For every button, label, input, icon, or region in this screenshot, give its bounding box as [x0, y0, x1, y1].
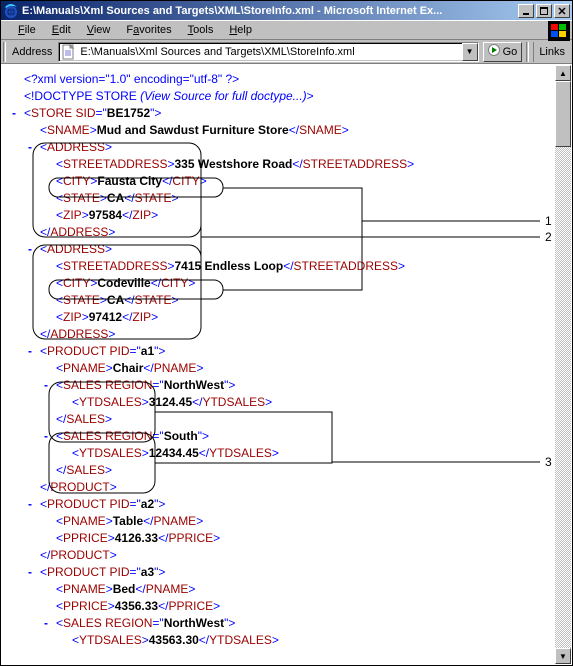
menu-favorites[interactable]: Favorites: [119, 22, 178, 38]
p3-s1-region: NorthWest: [164, 616, 224, 630]
doctype-note: (View Source for full doctype...): [140, 89, 307, 103]
p1-pid: a1: [141, 344, 154, 358]
scrollbar-track[interactable]: [555, 81, 571, 648]
minimize-button[interactable]: [518, 4, 534, 18]
p1-s2-region: South: [164, 429, 198, 443]
collapse-toggle[interactable]: -: [28, 241, 32, 258]
menu-file[interactable]: File: [11, 22, 43, 38]
go-button[interactable]: Go: [483, 42, 523, 62]
callout-3: 3: [545, 455, 552, 469]
address-dropdown-button[interactable]: ▼: [462, 43, 478, 61]
menu-edit[interactable]: Edit: [45, 22, 78, 38]
p1-name: Chair: [113, 361, 144, 375]
scroll-down-button[interactable]: ▼: [555, 648, 571, 664]
p3-pid: a3: [141, 565, 154, 579]
p1-s1-region: NorthWest: [164, 378, 224, 392]
grip-icon: [526, 42, 529, 62]
collapse-toggle[interactable]: -: [44, 377, 48, 394]
menu-help[interactable]: Help: [222, 22, 259, 38]
collapse-toggle[interactable]: -: [28, 139, 32, 156]
xml-declaration: <?xml version="1.0" encoding="utf-8" ?>: [24, 72, 239, 86]
go-label: Go: [503, 46, 518, 58]
collapse-toggle[interactable]: -: [28, 564, 32, 581]
p1-s2-ytd: 12434.45: [149, 446, 199, 460]
menu-view[interactable]: View: [80, 22, 118, 38]
addr2-zip: 97412: [89, 310, 122, 324]
p1-s1-ytd: 3124.45: [149, 395, 192, 409]
menubar: File Edit View Favorites Tools Help: [1, 20, 572, 40]
p2-price: 4126.33: [115, 531, 158, 545]
links-button[interactable]: Links: [533, 42, 570, 62]
addr1-zip: 97584: [89, 208, 122, 222]
maximize-button[interactable]: [536, 4, 552, 18]
scrollbar-thumb[interactable]: [555, 81, 571, 147]
addr2-street: 7415 Endless Loop: [175, 259, 284, 273]
xml-file-icon: [61, 44, 77, 60]
p3-price: 4356.33: [115, 599, 158, 613]
xml-tree: <?xml version="1.0" encoding="utf-8" ?> …: [2, 65, 555, 664]
ie-icon: [3, 3, 19, 19]
grip-icon: [3, 42, 6, 62]
addr1-street: 335 Westshore Road: [175, 157, 293, 171]
collapse-toggle[interactable]: -: [28, 343, 32, 360]
store-sid: BE1752: [107, 106, 150, 120]
p2-name: Table: [113, 514, 143, 528]
window-title: E:\Manuals\Xml Sources and Targets\XML\S…: [22, 5, 518, 17]
address-input[interactable]: [77, 46, 461, 58]
menu-tools[interactable]: Tools: [181, 22, 221, 38]
callout-1: 1: [545, 214, 552, 228]
store-name: Mud and Sawdust Furniture Store: [97, 123, 289, 137]
close-button[interactable]: [554, 4, 570, 18]
address-label: Address: [10, 46, 54, 58]
collapse-toggle[interactable]: -: [44, 428, 48, 445]
p3-name: Bed: [113, 582, 136, 596]
addressbar: Address ▼ Go Links: [1, 40, 572, 64]
go-arrow-icon: [488, 44, 500, 59]
scrollbar-vertical[interactable]: ▲ ▼: [555, 65, 571, 664]
scroll-up-button[interactable]: ▲: [555, 65, 571, 81]
collapse-toggle[interactable]: -: [12, 105, 16, 122]
p2-pid: a2: [141, 497, 154, 511]
collapse-toggle[interactable]: -: [28, 496, 32, 513]
addr2-state: CA: [107, 293, 124, 307]
addr1-city: Fausta City: [97, 174, 162, 188]
addr2-city: Codeville: [97, 276, 150, 290]
titlebar: E:\Manuals\Xml Sources and Targets\XML\S…: [1, 1, 572, 20]
p3-s1-ytd: 43563.30: [149, 633, 199, 647]
document-viewport: <?xml version="1.0" encoding="utf-8" ?> …: [2, 65, 571, 664]
callout-2: 2: [545, 230, 552, 244]
addr1-state: CA: [107, 191, 124, 205]
collapse-toggle[interactable]: -: [44, 615, 48, 632]
throbber-icon: [548, 21, 570, 41]
address-field[interactable]: ▼: [58, 42, 478, 62]
